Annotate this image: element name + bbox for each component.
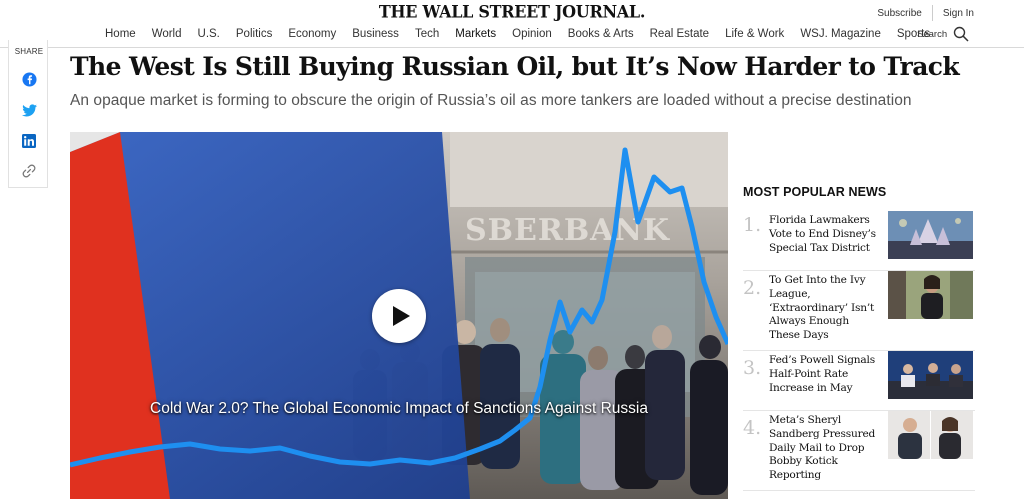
nav-tech[interactable]: Tech (407, 28, 447, 40)
popular-thumbnail[interactable] (888, 271, 973, 319)
nav-books-arts[interactable]: Books & Arts (560, 28, 642, 40)
popular-thumbnail[interactable] (888, 411, 973, 459)
copy-link-button[interactable] (20, 162, 38, 180)
popular-item-1[interactable]: 1. Florida Lawmakers Vote to End Disney’… (743, 211, 975, 271)
share-label: SHARE (14, 47, 44, 56)
subscribe-link[interactable]: Subscribe (877, 8, 921, 19)
nav-economy[interactable]: Economy (280, 28, 344, 40)
popular-headline[interactable]: Florida Lawmakers Vote to End Disney’s S… (769, 214, 881, 255)
twitter-share-button[interactable] (20, 101, 38, 119)
nav-home[interactable]: Home (97, 28, 144, 40)
popular-rank: 1. (743, 214, 762, 236)
facebook-icon (21, 71, 37, 87)
castle-thumbnail (888, 211, 973, 259)
video-player[interactable]: SBERBANK Cold War 2.0? The Global Econom… (70, 132, 728, 499)
popular-rank: 3. (743, 357, 762, 379)
popular-item-4[interactable]: 4. Meta’s Sheryl Sandberg Pressured Dail… (743, 411, 975, 491)
link-icon (22, 164, 36, 178)
account-divider (931, 5, 933, 21)
popular-rank: 2. (743, 277, 762, 299)
popular-item-2[interactable]: 2. To Get Into the Ivy League, ‘Extraord… (743, 271, 975, 351)
popular-item-3[interactable]: 3. Fed’s Powell Signals Half-Point Rate … (743, 351, 975, 411)
nav-wsj-magazine[interactable]: WSJ. Magazine (792, 28, 889, 40)
people-thumbnail (888, 411, 973, 459)
popular-rank: 4. (743, 417, 762, 439)
facebook-share-button[interactable] (20, 70, 38, 88)
video-title: Cold War 2.0? The Global Economic Impact… (150, 400, 648, 417)
nav-politics[interactable]: Politics (228, 28, 280, 40)
site-logo-text[interactable]: THE WALL STREET JOURNAL. (379, 2, 646, 22)
site-header: THE WALL STREET JOURNAL. Subscribe Sign … (0, 0, 1024, 48)
linkedin-icon (22, 134, 36, 148)
site-logo[interactable]: THE WALL STREET JOURNAL. (0, 2, 1024, 22)
nav-life-work[interactable]: Life & Work (717, 28, 792, 40)
main-nav: Home World U.S. Politics Economy Busines… (97, 28, 938, 40)
twitter-icon (21, 103, 37, 116)
play-icon (393, 306, 410, 326)
nav-real-estate[interactable]: Real Estate (642, 28, 717, 40)
nav-us[interactable]: U.S. (190, 28, 228, 40)
play-button[interactable] (372, 289, 426, 343)
nav-opinion[interactable]: Opinion (504, 28, 560, 40)
panel-thumbnail (888, 351, 973, 399)
linkedin-share-button[interactable] (20, 132, 38, 150)
article-headline: The West Is Still Buying Russian Oil, bu… (70, 52, 960, 81)
student-thumbnail (888, 271, 973, 319)
popular-headline[interactable]: To Get Into the Ivy League, ‘Extraordina… (769, 274, 881, 343)
nav-markets[interactable]: Markets (447, 28, 504, 40)
search-label[interactable]: Search (917, 29, 947, 40)
account-links: Subscribe Sign In (877, 5, 974, 21)
popular-headline[interactable]: Meta’s Sheryl Sandberg Pressured Daily M… (769, 414, 881, 483)
nav-business[interactable]: Business (344, 28, 407, 40)
most-popular-title: MOST POPULAR NEWS (743, 185, 887, 199)
search-icon[interactable] (953, 26, 969, 42)
popular-thumbnail[interactable] (888, 211, 973, 259)
article-dek: An opaque market is forming to obscure t… (70, 92, 912, 109)
popular-thumbnail[interactable] (888, 351, 973, 399)
popular-headline[interactable]: Fed’s Powell Signals Half-Point Rate Inc… (769, 354, 881, 395)
signin-link[interactable]: Sign In (943, 8, 974, 19)
nav-world[interactable]: World (144, 28, 190, 40)
share-rail: SHARE (8, 40, 48, 188)
